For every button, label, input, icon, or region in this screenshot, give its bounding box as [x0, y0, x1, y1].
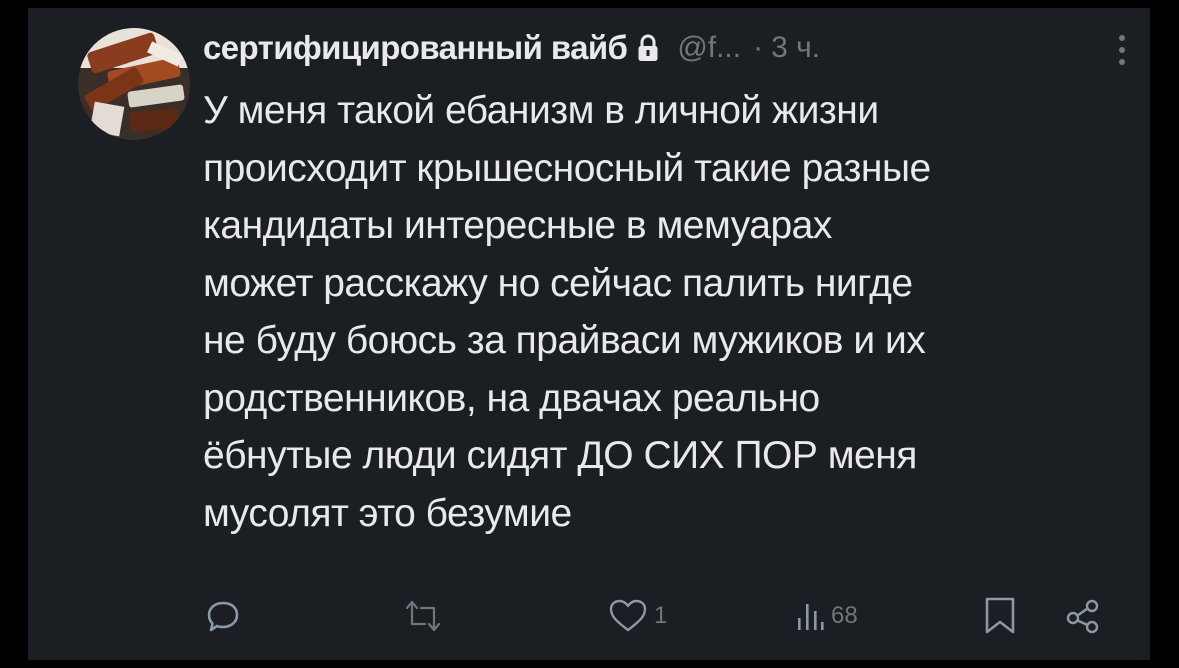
share-icon	[1066, 599, 1099, 634]
post-header: сертифицированный вайб @f... · 3 ч.	[203, 18, 1125, 78]
author-name[interactable]: сертифицированный вайб	[203, 29, 628, 67]
like-count: 1	[654, 602, 668, 629]
share-button[interactable]	[1065, 594, 1101, 638]
views-icon	[798, 604, 824, 630]
avatar[interactable]	[78, 28, 190, 140]
post-card[interactable]: сертифицированный вайб @f... · 3 ч. У ме…	[28, 8, 1150, 660]
reply-icon	[207, 601, 239, 632]
repost-icon	[405, 600, 441, 632]
author-handle[interactable]: @f...	[677, 31, 741, 65]
separator-dot: ·	[753, 31, 764, 64]
heart-icon	[609, 599, 647, 632]
views-count: 68	[831, 602, 858, 629]
more-vertical-icon[interactable]	[1117, 32, 1127, 68]
repost-button[interactable]	[403, 594, 449, 638]
like-button[interactable]: 1	[608, 594, 667, 638]
post-text: У меня такой ебанизм в личной жизни прои…	[203, 89, 931, 535]
bookmark-icon	[985, 597, 1015, 634]
views-button[interactable]: 68	[795, 594, 858, 638]
lock-icon	[637, 34, 659, 62]
reply-button[interactable]	[205, 594, 247, 638]
post-time[interactable]: 3 ч.	[771, 31, 820, 65]
action-bar: 1 68	[203, 594, 1103, 638]
bookmark-button[interactable]	[983, 594, 1017, 638]
avatar-photo	[78, 28, 190, 140]
